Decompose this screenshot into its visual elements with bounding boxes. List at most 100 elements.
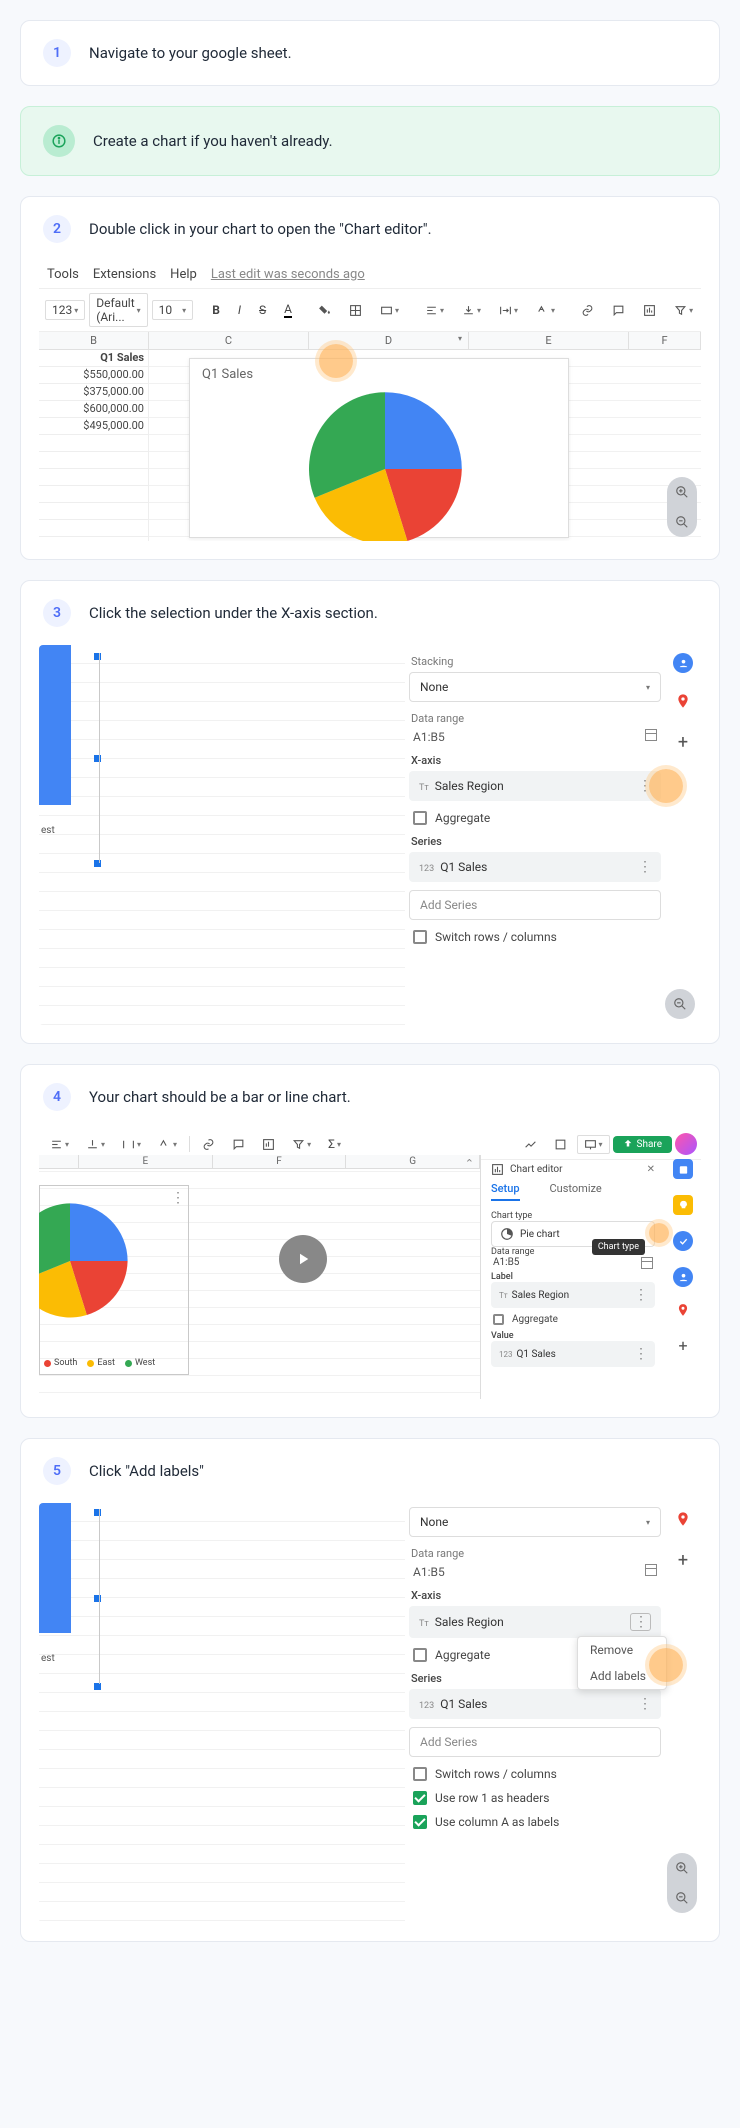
italic-button[interactable]: I <box>231 300 248 320</box>
label-field[interactable]: TтSales Region ⋮ <box>491 1282 655 1308</box>
tab-setup[interactable]: Setup <box>491 1182 520 1201</box>
zoom-out-button[interactable] <box>665 989 695 1019</box>
use-row1-checkbox[interactable]: Use row 1 as headers <box>413 1791 657 1805</box>
chart-button[interactable] <box>636 301 663 320</box>
wrap-button[interactable]: ▾ <box>492 301 525 320</box>
label-menu-button[interactable]: ⋮ <box>634 1287 647 1303</box>
add-icon[interactable]: + <box>678 732 688 753</box>
xaxis-menu-button[interactable]: ⋮ <box>630 1613 651 1631</box>
chart-button[interactable] <box>255 1135 282 1154</box>
last-edit-link[interactable]: Last edit was seconds ago <box>211 267 365 282</box>
maps-icon[interactable] <box>675 693 691 712</box>
data-cell[interactable]: $550,000.00 <box>39 367 149 384</box>
font-size[interactable]: 10 ▾ <box>152 300 194 320</box>
datarange-grid-icon[interactable] <box>645 1564 657 1579</box>
filter-button[interactable]: ▾ <box>667 301 700 320</box>
rotate-button[interactable]: ▾ <box>529 301 562 320</box>
step-number: 1 <box>43 39 71 67</box>
menu-tools[interactable]: Tools <box>47 267 79 282</box>
xaxis-field[interactable]: TтSales Region ⋮ <box>409 1606 661 1638</box>
series-menu-button[interactable]: ⋮ <box>638 859 651 875</box>
col-header-e[interactable]: E <box>469 332 629 349</box>
link-button[interactable] <box>574 301 601 320</box>
bold-button[interactable]: B <box>205 300 227 320</box>
datarange-grid-icon[interactable] <box>641 1257 653 1272</box>
chart-menu-button[interactable]: ⋮ <box>171 1190 184 1206</box>
calendar-icon[interactable] <box>673 1159 693 1179</box>
data-cell[interactable]: $600,000.00 <box>39 401 149 418</box>
series-menu-button[interactable]: ⋮ <box>638 1696 651 1712</box>
comment-button[interactable] <box>225 1135 252 1154</box>
zoom-in-button[interactable] <box>667 1853 697 1883</box>
col-header-b[interactable]: B <box>39 332 149 349</box>
history-icon[interactable] <box>547 1135 574 1154</box>
add-icon[interactable]: + <box>678 1550 688 1571</box>
series-field[interactable]: 123Q1 Sales ⋮ <box>409 852 661 882</box>
borders-button[interactable] <box>342 301 369 320</box>
col-header-f[interactable]: F <box>213 1155 347 1168</box>
keep-icon[interactable] <box>673 1195 693 1215</box>
tab-customize[interactable]: Customize <box>550 1182 602 1201</box>
xaxis-field[interactable]: TтSales Region ⋮ <box>409 771 661 801</box>
tasks-icon[interactable] <box>673 1231 693 1251</box>
data-cell[interactable]: $495,000.00 <box>39 418 149 435</box>
col-header-c[interactable]: C <box>149 332 309 349</box>
maps-icon[interactable] <box>675 1511 691 1530</box>
h-align-button[interactable]: ▾ <box>418 301 451 320</box>
v-align-button[interactable]: ▾ <box>455 301 488 320</box>
add-icon[interactable]: + <box>678 1336 687 1355</box>
avatar[interactable] <box>675 1133 697 1155</box>
embedded-chart[interactable]: Q1 Sales <box>189 358 569 538</box>
rotate-button[interactable]: ▾ <box>151 1135 184 1154</box>
explore-icon[interactable] <box>517 1135 544 1154</box>
zoom-out-button[interactable] <box>667 1883 697 1913</box>
wrap-button[interactable]: ▾ <box>115 1135 148 1154</box>
strike-button[interactable]: S <box>252 300 273 320</box>
aggregate-checkbox[interactable]: Aggregate <box>493 1314 653 1325</box>
stacking-select[interactable]: None▾ <box>409 1507 661 1537</box>
step-title: Your chart should be a bar or line chart… <box>89 1088 351 1106</box>
fill-color-button[interactable] <box>311 301 338 320</box>
close-icon[interactable]: ✕ <box>647 1164 655 1175</box>
contacts-icon[interactable] <box>673 1267 693 1287</box>
play-button[interactable] <box>279 1235 327 1283</box>
data-cell[interactable]: $375,000.00 <box>39 384 149 401</box>
font-select[interactable]: Default (Ari...▾ <box>89 293 147 327</box>
h-align-button[interactable]: ▾ <box>43 1135 76 1154</box>
menu-extensions[interactable]: Extensions <box>93 267 156 282</box>
user-icon[interactable] <box>673 653 693 673</box>
functions-button[interactable]: Σ▾ <box>321 1134 348 1154</box>
share-button[interactable]: Share <box>613 1136 672 1153</box>
aggregate-checkbox[interactable]: Aggregate <box>413 811 657 825</box>
use-colA-checkbox[interactable]: Use column A as labels <box>413 1815 657 1829</box>
text-color-button[interactable]: A <box>277 299 299 321</box>
col-header-f[interactable]: F <box>629 332 701 349</box>
switch-rows-checkbox[interactable]: Switch rows / columns <box>413 930 657 944</box>
number-format-button[interactable]: 123▾ <box>45 300 85 320</box>
merge-button[interactable]: ▾ <box>373 301 406 320</box>
info-text: Create a chart if you haven't already. <box>93 132 333 150</box>
value-field[interactable]: 123Q1 Sales ⋮ <box>491 1341 655 1367</box>
comment-button[interactable] <box>605 301 632 320</box>
zoom-in-button[interactable] <box>667 477 697 507</box>
stacking-select[interactable]: None▾ <box>409 672 661 702</box>
zoom-out-button[interactable] <box>667 507 697 537</box>
present-button[interactable]: ▾ <box>577 1135 610 1154</box>
value-menu-button[interactable]: ⋮ <box>634 1346 647 1362</box>
series-field[interactable]: 123Q1 Sales ⋮ <box>409 1689 661 1719</box>
step-number: 3 <box>43 599 71 627</box>
data-header[interactable]: Q1 Sales <box>39 350 149 367</box>
filter-button[interactable]: ▾ <box>285 1135 318 1154</box>
col-header-e[interactable]: E <box>79 1155 213 1168</box>
menu-help[interactable]: Help <box>170 267 197 282</box>
datarange-grid-icon[interactable] <box>645 729 657 744</box>
collapse-icon[interactable]: ⌃ <box>465 1157 474 1170</box>
switch-rows-checkbox[interactable]: Switch rows / columns <box>413 1767 657 1781</box>
add-series-button[interactable]: Add Series <box>409 1727 661 1757</box>
link-button[interactable] <box>195 1135 222 1154</box>
add-series-button[interactable]: Add Series <box>409 890 661 920</box>
v-align-button[interactable]: ▾ <box>79 1135 112 1154</box>
col-header-g[interactable]: G <box>346 1155 480 1168</box>
info-icon <box>43 125 75 157</box>
maps-icon[interactable] <box>676 1303 690 1320</box>
